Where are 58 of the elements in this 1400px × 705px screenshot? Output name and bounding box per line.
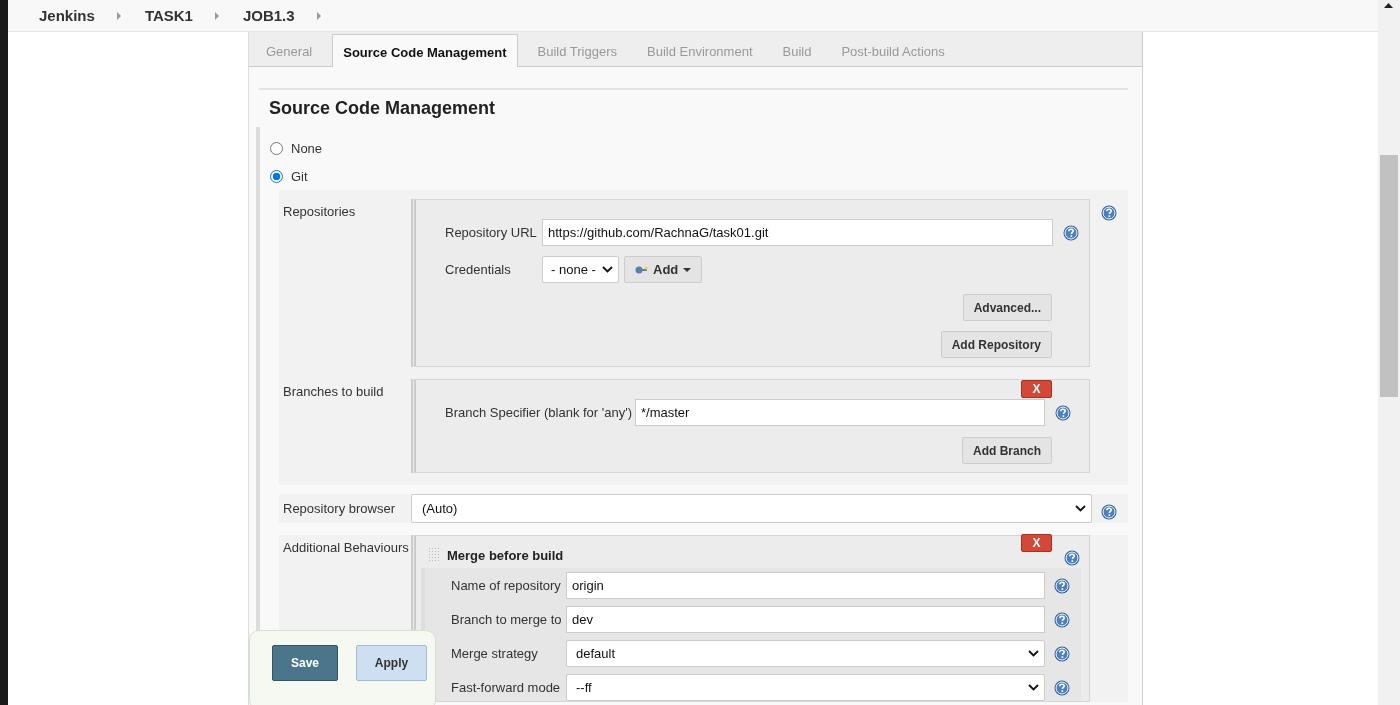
field-label: Repository URL	[445, 225, 538, 240]
scrollbar[interactable]	[1378, 0, 1400, 705]
chevron-down-icon[interactable]	[1028, 650, 1039, 657]
repository-browser-dropdown[interactable]: (Auto)	[411, 494, 1092, 523]
text-field[interactable]: origin	[566, 572, 1045, 599]
radio-button[interactable]	[270, 169, 283, 183]
chevron-down-icon[interactable]	[1028, 684, 1039, 691]
caret-down-icon[interactable]	[683, 267, 692, 272]
field-label: Fast-forward mode	[451, 680, 562, 695]
caret-right-icon[interactable]	[316, 11, 321, 20]
help-icon[interactable]	[1054, 577, 1070, 594]
radio-button[interactable]	[270, 141, 283, 155]
scroll-up-icon[interactable]	[1384, 3, 1393, 8]
field-label: Branch Specifier (blank for 'any')	[445, 405, 634, 420]
delete-button[interactable]: X	[1021, 534, 1052, 552]
help-icon[interactable]	[1101, 503, 1117, 520]
radio-label: None	[291, 140, 323, 156]
help-icon[interactable]	[1054, 679, 1070, 696]
section-title: Source Code Management	[269, 98, 497, 119]
scrollbar-thumb[interactable]	[1380, 155, 1398, 397]
field-label: Repositories	[283, 203, 357, 219]
credentials-dropdown[interactable]: - none -	[542, 256, 619, 283]
help-icon[interactable]	[1064, 550, 1080, 566]
help-icon[interactable]	[1063, 224, 1079, 241]
form-button[interactable]: Advanced...	[962, 294, 1052, 321]
field-label: Name of repository	[451, 578, 562, 593]
key-icon[interactable]	[635, 265, 648, 274]
add-button[interactable]: Add	[624, 256, 703, 283]
help-icon[interactable]	[1055, 404, 1071, 421]
breadcrumb-link[interactable]: JOB1.3	[242, 7, 295, 24]
field-label: Merge strategy	[451, 646, 539, 661]
field-label: Branches to build	[283, 383, 385, 399]
help-icon[interactable]	[1101, 205, 1117, 221]
form-button[interactable]: Add Repository	[940, 331, 1052, 358]
apply-button[interactable]: Apply	[356, 645, 427, 681]
radio-label: Git	[291, 168, 308, 184]
block-title: Merge before build	[447, 547, 565, 563]
chevron-down-icon[interactable]	[602, 266, 613, 273]
tab[interactable]: Source Code Management	[332, 34, 518, 67]
field-label: Credentials	[445, 262, 512, 277]
dropdown[interactable]: default	[566, 640, 1045, 667]
dropdown[interactable]: --ff	[566, 674, 1045, 701]
delete-button[interactable]: X	[1021, 380, 1052, 398]
caret-right-icon[interactable]	[116, 11, 121, 20]
chevron-down-icon[interactable]	[1075, 505, 1086, 512]
save-button[interactable]: Save	[272, 645, 338, 681]
field-label: Additional Behaviours	[283, 539, 410, 555]
caret-right-icon[interactable]	[214, 11, 219, 20]
help-icon[interactable]	[1054, 611, 1070, 628]
help-icon[interactable]	[1054, 645, 1070, 662]
branch-specifier-field[interactable]: */master	[635, 399, 1045, 426]
field-label: Branch to merge to	[451, 612, 563, 627]
text-field[interactable]: dev	[566, 606, 1045, 633]
breadcrumb-link[interactable]: Jenkins	[39, 7, 95, 24]
repository-url-field[interactable]: https://github.com/RachnaG/task01.git	[542, 219, 1053, 246]
breadcrumb-link[interactable]: TASK1	[144, 7, 193, 24]
form-button[interactable]: Add Branch	[962, 437, 1052, 464]
field-label: Repository browser	[283, 501, 396, 516]
